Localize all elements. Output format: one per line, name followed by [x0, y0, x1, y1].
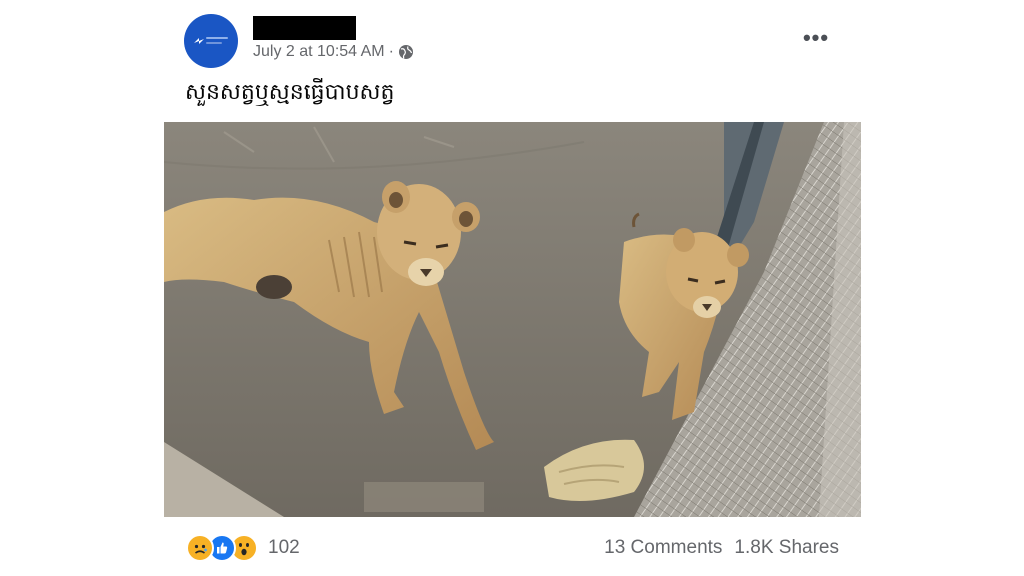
post-meta: July 2 at 10:54 AM ·	[253, 42, 414, 62]
shares-count-link[interactable]: 1.8K Shares	[734, 537, 839, 559]
lions-photo-image	[164, 122, 861, 517]
facebook-post: July 2 at 10:54 AM · ••• សួនសត្វឬស្មនធ្វ…	[164, 0, 861, 576]
more-options-icon[interactable]: •••	[801, 25, 831, 50]
post-timestamp[interactable]: July 2 at 10:54 AM	[253, 43, 385, 61]
page-logo-icon	[194, 38, 204, 44]
globe-icon[interactable]	[398, 44, 414, 60]
post-footer: 102 13 Comments 1.8K Shares	[164, 530, 861, 566]
logo-text-line	[206, 42, 222, 44]
reaction-count[interactable]: 102	[268, 537, 300, 559]
sad-reaction-icon	[186, 534, 214, 562]
redacted-page-name	[253, 16, 356, 40]
page-avatar[interactable]	[184, 14, 238, 68]
engagement-stats: 13 Comments 1.8K Shares	[604, 534, 839, 562]
post-photo[interactable]	[164, 122, 861, 517]
post-caption: សួនសត្វឬស្មនធ្វើបាបសត្វ	[185, 80, 395, 105]
logo-text-line	[206, 37, 228, 39]
meta-separator: ·	[388, 43, 394, 60]
comments-count-link[interactable]: 13 Comments	[604, 537, 722, 559]
reactions-summary[interactable]: 102	[186, 534, 300, 562]
